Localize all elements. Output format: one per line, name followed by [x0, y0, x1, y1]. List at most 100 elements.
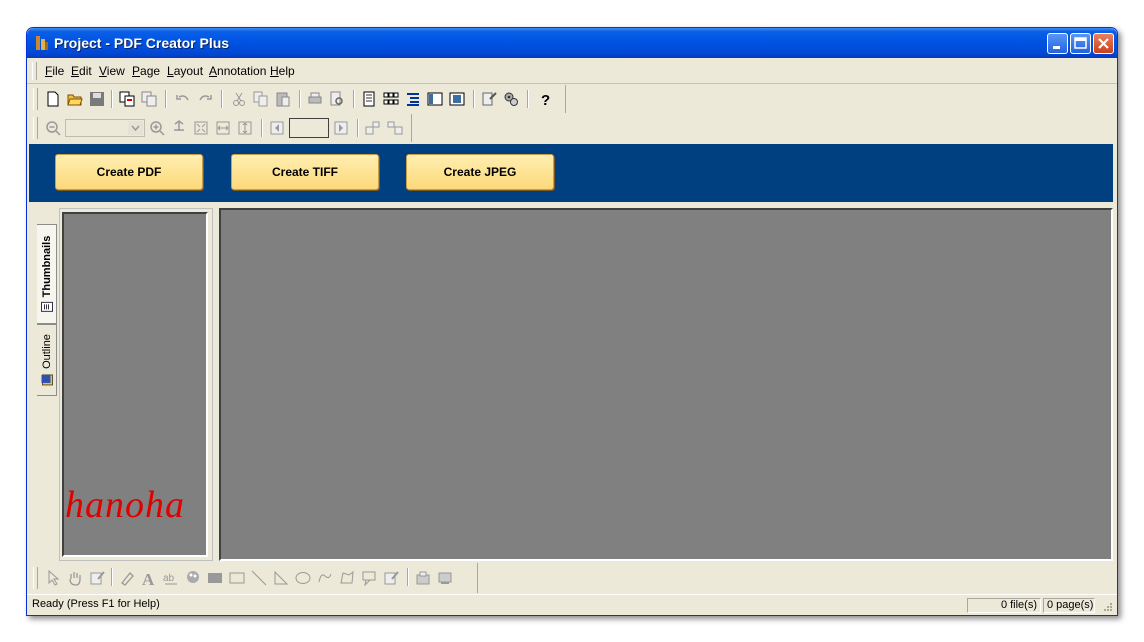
create-tiff-button[interactable]: Create TIFF [231, 154, 379, 190]
app-icon [36, 36, 48, 50]
action-bar: Create PDF Create TIFF Create JPEG [29, 144, 1113, 202]
stamp-icon[interactable] [185, 570, 201, 586]
settings-gears-icon[interactable] [503, 91, 519, 107]
save-icon[interactable] [89, 91, 105, 107]
freehand-icon[interactable] [317, 570, 333, 586]
select-arrow-icon[interactable] [45, 570, 61, 586]
zoom-in-icon[interactable] [149, 120, 165, 136]
line-icon[interactable] [251, 570, 267, 586]
filled-rectangle-icon[interactable] [207, 570, 223, 586]
previous-page-icon[interactable] [269, 120, 285, 136]
fit-width-icon[interactable] [215, 120, 231, 136]
book-icon [41, 374, 53, 386]
full-view-icon[interactable] [449, 91, 465, 107]
print-icon[interactable] [307, 91, 323, 107]
text-tool-icon[interactable]: A [141, 570, 157, 586]
standard-toolbar: ? [27, 85, 1117, 113]
menu-help[interactable]: Help [270, 64, 295, 78]
maximize-icon [1074, 37, 1087, 49]
polygon-icon[interactable] [339, 570, 355, 586]
next-page-icon[interactable] [333, 120, 349, 136]
toolbar-separator [165, 90, 167, 108]
open-folder-icon[interactable] [67, 91, 83, 107]
redo-icon[interactable] [197, 91, 213, 107]
create-pdf-button[interactable]: Create PDF [55, 154, 203, 190]
rotate-left-icon[interactable] [365, 120, 381, 136]
toolbar-separator [111, 568, 113, 586]
help-icon[interactable]: ? [537, 91, 553, 107]
tab-thumbnails[interactable]: Thumbnails [37, 224, 57, 324]
cut-icon[interactable] [231, 91, 247, 107]
menu-view[interactable]: View [99, 64, 125, 78]
fit-height-icon[interactable] [237, 120, 253, 136]
new-document-icon[interactable] [45, 91, 61, 107]
eraser-icon[interactable] [119, 570, 135, 586]
rectangle-icon[interactable] [229, 570, 245, 586]
callout-icon[interactable] [361, 570, 377, 586]
undo-icon[interactable] [175, 91, 191, 107]
standard-toolbar-band: ? [31, 85, 566, 113]
pan-icon[interactable] [171, 120, 187, 136]
outline-view-icon[interactable] [405, 91, 421, 107]
status-file-count: 0 file(s) [967, 598, 1041, 613]
workspace: Thumbnails Outline hanoha [29, 208, 1113, 561]
copy-icon[interactable] [253, 91, 269, 107]
panel-splitter[interactable] [213, 208, 218, 561]
resize-grip-icon[interactable] [1099, 600, 1113, 614]
toolbar-separator [407, 568, 409, 586]
triangle-icon[interactable] [273, 570, 289, 586]
print-preview-icon[interactable] [329, 91, 345, 107]
status-message: Ready (Press F1 for Help) [32, 598, 160, 610]
status-page-count: 0 page(s) [1043, 598, 1095, 613]
toolbar-grip[interactable] [33, 567, 38, 589]
menu-grip[interactable] [32, 62, 37, 80]
maximize-button[interactable] [1070, 33, 1091, 54]
toolbar-separator [221, 90, 223, 108]
close-button[interactable] [1093, 33, 1114, 54]
paste-icon[interactable] [275, 91, 291, 107]
app-window: Project - PDF Creator Plus File Edit Vie… [26, 27, 1118, 616]
toolbar-grip[interactable] [33, 117, 38, 139]
zoom-out-icon[interactable] [45, 120, 61, 136]
side-tab-strip: Thumbnails Outline [35, 214, 59, 561]
tab-outline[interactable]: Outline [37, 324, 57, 396]
svg-text:?: ? [541, 92, 550, 107]
import-pages-icon[interactable] [119, 91, 135, 107]
export-annotations-icon[interactable] [437, 570, 453, 586]
properties-icon[interactable] [481, 91, 497, 107]
toolbar-separator [111, 90, 113, 108]
title-bar[interactable]: Project - PDF Creator Plus [27, 28, 1117, 58]
create-jpeg-button[interactable]: Create JPEG [406, 154, 554, 190]
split-view-icon[interactable] [427, 91, 443, 107]
toolbar-separator [299, 90, 301, 108]
hand-tool-icon[interactable] [67, 570, 83, 586]
navigation-toolbar-band [31, 114, 412, 142]
thumbnail-grid-icon[interactable] [383, 91, 399, 107]
watermark: hanoha [65, 484, 185, 526]
page-number-input[interactable] [289, 118, 329, 138]
menu-file[interactable]: File [45, 64, 64, 78]
svg-text:A: A [142, 570, 155, 586]
zoom-select[interactable] [65, 119, 145, 137]
menu-edit[interactable]: Edit [71, 64, 92, 78]
menu-annotation[interactable]: Annotation [209, 64, 266, 78]
toolbar-grip[interactable] [33, 88, 38, 110]
minimize-icon [1053, 46, 1060, 49]
tab-outline-label: Outline [40, 334, 53, 386]
menu-layout[interactable]: Layout [167, 64, 203, 78]
shape-properties-icon[interactable] [383, 570, 399, 586]
annotation-properties-icon[interactable] [89, 570, 105, 586]
svg-text:ab: ab [163, 573, 175, 584]
status-bar: Ready (Press F1 for Help) 0 file(s) 0 pa… [27, 594, 1117, 615]
export-pages-icon[interactable] [141, 91, 157, 107]
fit-page-icon[interactable] [193, 120, 209, 136]
minimize-button[interactable] [1047, 33, 1068, 54]
toolbar-separator [473, 90, 475, 108]
text-box-icon[interactable]: ab [163, 570, 179, 586]
rotate-right-icon[interactable] [387, 120, 403, 136]
document-view[interactable] [219, 208, 1113, 561]
single-page-icon[interactable] [361, 91, 377, 107]
ellipse-icon[interactable] [295, 570, 311, 586]
menu-page[interactable]: Page [132, 64, 160, 78]
import-annotations-icon[interactable] [415, 570, 431, 586]
